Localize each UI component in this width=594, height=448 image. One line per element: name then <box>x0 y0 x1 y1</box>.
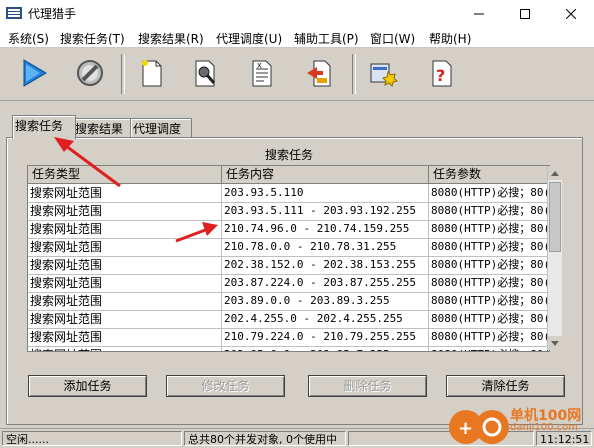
cell-task-type: 搜索网址范围 <box>28 346 222 351</box>
delete-task-button[interactable]: 删除任务 <box>308 375 427 397</box>
maximize-button[interactable] <box>502 0 548 27</box>
task-table[interactable]: 任务类型 任务内容 任务参数 搜索网址范围 203.93.5.110 8080(HT… <box>27 165 550 352</box>
status-state: 空闲...... <box>2 431 182 446</box>
table-row[interactable]: 搜索网址范围 210.78.0.0 - 210.78.31.255 8080(HTT… <box>28 238 549 257</box>
tab-label: 搜索结果 <box>75 122 124 136</box>
table-row[interactable]: 搜索网址范围 210.74.96.0 - 210.74.159.255 8080(H… <box>28 220 549 239</box>
svg-text:?: ? <box>436 66 445 85</box>
window-title: 代理猎手 <box>28 7 77 21</box>
stop-icon[interactable] <box>73 56 107 90</box>
cell-task-params: 8080(HTTP)必搜；80( <box>431 312 549 325</box>
cell-task-params: 8080(HTTP)必搜；80( <box>431 186 549 199</box>
column-header-content[interactable]: 任务内容 <box>222 166 429 183</box>
cell-task-content: 203.93.5.111 - 203.93.192.255 <box>222 202 429 220</box>
new-document-icon[interactable] <box>135 56 169 90</box>
cell-task-type: 搜索网址范围 <box>28 274 222 292</box>
table-row[interactable]: 搜索网址范围 203.93.5.111 - 203.93.192.255 8080(… <box>28 202 549 221</box>
help-icon[interactable]: ? <box>425 56 459 90</box>
column-header-params[interactable]: 任务参数 <box>429 166 549 183</box>
menu-search-result[interactable]: 搜索结果(R) <box>138 30 204 47</box>
cell-task-params: 8080(HTTP)必搜；80( <box>429 346 549 351</box>
tab-label: 代理调度 <box>133 122 182 136</box>
cell-task-type: 搜索网址范围 <box>28 238 222 256</box>
watermark-sub: danji100.com <box>510 422 578 433</box>
cell-task-params: 8080(HTTP)必搜；80( <box>431 294 549 307</box>
settings-icon[interactable] <box>366 56 400 90</box>
table-row[interactable]: 搜索网址范围 203.89.0.0 - 203.89.3.255 8080(HTTP… <box>28 292 549 311</box>
menu-bar: 系统(S) 搜索任务(T) 搜索结果(R) 代理调度(U) 辅助工具(P) 窗口… <box>0 27 594 48</box>
tab-search-result[interactable]: 搜索结果 <box>72 118 134 139</box>
cell-task-type: 搜索网址范围 <box>28 256 222 274</box>
cell-task-type: 搜索网址范围 <box>28 202 222 220</box>
tab-search-task[interactable]: 搜索任务 <box>12 115 76 139</box>
tab-label: 搜索任务 <box>15 119 64 133</box>
cell-task-type: 搜索网址范围 <box>28 310 222 328</box>
cell-task-content: 210.78.0.0 - 210.78.31.255 <box>222 238 429 256</box>
group-title: 搜索任务 <box>262 146 317 163</box>
menu-search-task[interactable]: 搜索任务(T) <box>60 30 125 47</box>
import-icon[interactable] <box>302 56 336 90</box>
menu-window[interactable]: 窗口(W) <box>370 30 415 47</box>
vertical-scrollbar[interactable] <box>547 166 562 350</box>
clear-task-button[interactable]: 清除任务 <box>446 375 565 397</box>
tab-proxy-dispatch[interactable]: 代理调度 <box>130 118 192 139</box>
scroll-thumb[interactable] <box>549 182 561 252</box>
cell-task-content: 202.4.255.0 - 202.4.255.255 <box>222 310 429 328</box>
menu-help[interactable]: 帮助(H) <box>429 30 471 47</box>
toolbar-separator <box>121 54 125 94</box>
cell-task-content: 210.79.224.0 - 210.79.255.255 <box>222 328 429 346</box>
table-row[interactable]: 搜索网址范围202.95.0.0 - 202.95.7.2558080(HTTP… <box>28 346 549 351</box>
edit-task-button[interactable]: 修改任务 <box>166 375 285 397</box>
cell-task-params: 8080(HTTP)必搜；80( <box>431 258 549 271</box>
table-row[interactable]: 搜索网址范围 203.93.5.110 8080(HTTP)必搜；80( <box>28 184 549 203</box>
cell-task-type: 搜索网址范围 <box>28 328 222 346</box>
cell-task-content: 203.89.0.0 - 203.89.3.255 <box>222 292 429 310</box>
menu-proxy-dispatch[interactable]: 代理调度(U) <box>216 30 282 47</box>
app-icon <box>6 6 22 20</box>
cell-task-params: 8080(HTTP)必搜；80( <box>431 330 549 343</box>
play-icon[interactable] <box>17 56 51 90</box>
status-summary: 总共80个并发对象, 0个使用中 <box>184 431 346 446</box>
report-document-icon[interactable]: X <box>245 56 279 90</box>
menu-system[interactable]: 系统(S) <box>8 30 49 47</box>
scroll-up-icon[interactable] <box>548 166 562 180</box>
cell-task-content: 202.95.0.0 - 202.95.7.255 <box>222 346 429 351</box>
search-document-icon[interactable] <box>189 56 223 90</box>
cell-task-content: 203.93.5.110 <box>222 184 429 202</box>
table-row[interactable]: 搜索网址范围 210.79.224.0 - 210.79.255.255 8080(… <box>28 328 549 347</box>
cell-task-params: 8080(HTTP)必搜；80( <box>431 240 549 253</box>
cell-task-params: 8080(HTTP)必搜；80( <box>431 276 549 289</box>
app-window: 代理猎手 系统(S) 搜索任务(T) 搜索结果(R) 代理调度(U) 辅助工具(… <box>0 0 594 448</box>
scroll-down-icon[interactable] <box>548 336 562 350</box>
toolbar: X ? <box>0 48 594 101</box>
table-header: 任务类型 任务内容 任务参数 <box>28 166 549 184</box>
table-row[interactable]: 搜索网址范围 202.4.255.0 - 202.4.255.255 8080(HT… <box>28 310 549 329</box>
cell-task-params: 8080(HTTP)必搜；80( <box>431 204 549 217</box>
cell-task-content: 202.38.152.0 - 202.38.153.255 <box>222 256 429 274</box>
table-row[interactable]: 搜索网址范围 203.87.224.0 - 203.87.255.255 8080(… <box>28 274 549 293</box>
menu-tools[interactable]: 辅助工具(P) <box>294 30 359 47</box>
title-bar: 代理猎手 <box>0 0 594 28</box>
cell-task-type: 搜索网址范围 <box>28 184 222 202</box>
close-button[interactable] <box>548 0 594 27</box>
toolbar-separator <box>352 54 356 94</box>
column-header-type[interactable]: 任务类型 <box>28 166 222 183</box>
table-row[interactable]: 搜索网址范围 202.38.152.0 - 202.38.153.255 8080(… <box>28 256 549 275</box>
add-task-button[interactable]: 添加任务 <box>28 375 147 397</box>
cell-task-params: 8080(HTTP)必搜；80( <box>431 222 549 235</box>
minimize-button[interactable] <box>456 0 502 27</box>
svg-text:+: + <box>458 418 473 439</box>
cell-task-type: 搜索网址范围 <box>28 292 222 310</box>
cell-task-content: 210.74.96.0 - 210.74.159.255 <box>222 220 429 238</box>
cell-task-type: 搜索网址范围 <box>28 220 222 238</box>
svg-text:X: X <box>257 62 262 70</box>
cell-task-content: 203.87.224.0 - 203.87.255.255 <box>222 274 429 292</box>
